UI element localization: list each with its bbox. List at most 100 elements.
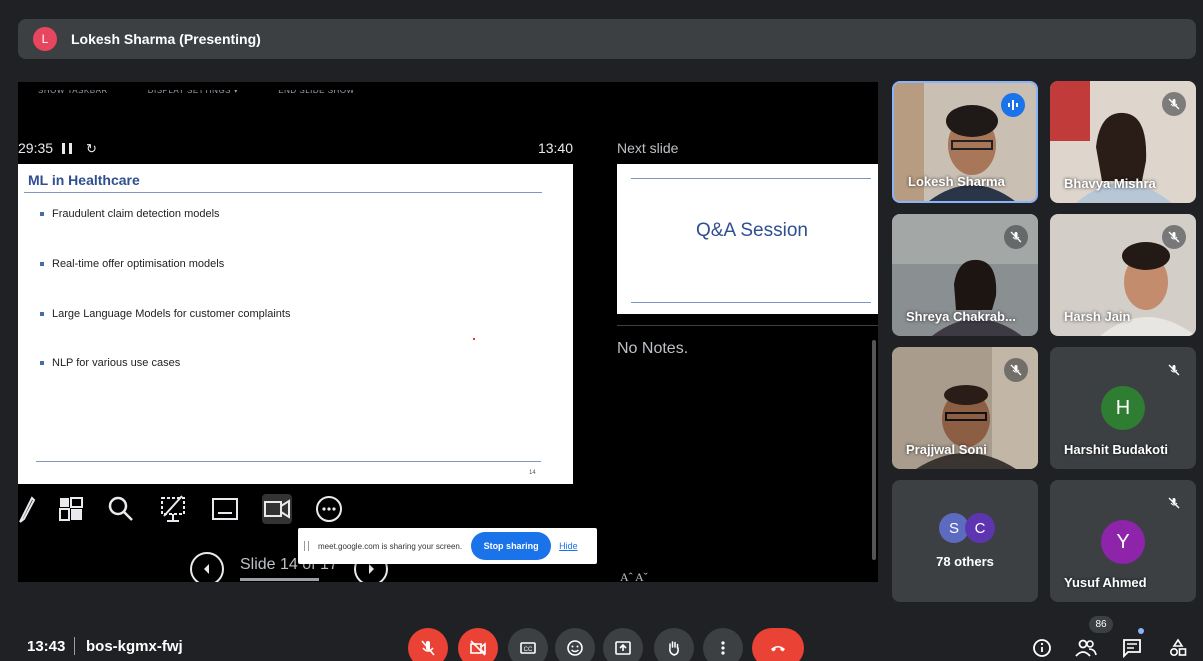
hand-icon (669, 641, 679, 656)
emoji-icon (567, 640, 583, 656)
see-all-slides-icon (56, 494, 86, 524)
hang-up-icon (771, 646, 785, 652)
previous-slide-icon (190, 552, 224, 582)
participant-name: Harshit Budakoti (1064, 442, 1169, 457)
speaking-indicator-icon (1001, 93, 1025, 117)
current-slide: ML in Healthcare Fraudulent claim detect… (18, 164, 573, 484)
activities-button[interactable] (1166, 636, 1190, 660)
slide-bullet: NLP for various use cases (40, 357, 180, 369)
mic-off-icon (1162, 491, 1186, 515)
participant-tile[interactable]: H Harshit Budakoti (1050, 347, 1196, 469)
pen-icon (18, 494, 42, 524)
reactions-button[interactable] (555, 628, 595, 661)
next-slide-top-rule (631, 178, 871, 179)
slide-title: ML in Healthcare (28, 172, 140, 188)
participant-avatar: Y (1101, 520, 1145, 564)
speaker-notes: No Notes. (617, 340, 689, 357)
chat-icon (1123, 639, 1141, 658)
presenter-banner: L Lokesh Sharma (Presenting) (18, 19, 1196, 59)
svg-text:CC: CC (524, 647, 533, 653)
mic-off-icon (1162, 358, 1186, 382)
participant-name: Prajjwal Soni (906, 442, 987, 457)
slide-bullet: Real-time offer optimisation models (40, 258, 224, 270)
people-button[interactable] (1074, 636, 1098, 660)
meeting-controls-bar: 13:43 bos-kgmx-fwj CC 86 (0, 616, 1203, 661)
next-slide-preview: Q&A Session (617, 164, 878, 314)
participant-tile[interactable]: Prajjwal Soni (892, 347, 1038, 469)
participant-tile[interactable]: Y Yusuf Ahmed (1050, 480, 1196, 602)
camera-off-icon (470, 640, 486, 656)
participant-tile[interactable]: Lokesh Sharma (892, 81, 1038, 203)
captions-button[interactable]: CC (508, 628, 548, 661)
meeting-details-button[interactable] (1030, 636, 1054, 660)
participant-name: Lokesh Sharma (908, 174, 1005, 189)
elapsed-timer: 29:35 (18, 140, 54, 156)
presenter-label: Lokesh Sharma (Presenting) (71, 31, 261, 47)
others-count: 78 others (936, 554, 994, 569)
presenter-avatar: L (33, 27, 57, 51)
next-slide-title: Q&A Session (696, 220, 808, 241)
participant-name: Shreya Chakrab... (906, 309, 1016, 324)
people-icon (1075, 639, 1097, 657)
participant-tile[interactable]: Shreya Chakrab... (892, 214, 1038, 336)
participant-name: Bhavya Mishra (1064, 176, 1156, 191)
share-status-text: meet.google.com is sharing your screen. (318, 541, 463, 551)
participant-count-badge: 86 (1089, 616, 1113, 633)
stop-sharing-button[interactable]: Stop sharing (471, 532, 552, 560)
next-slide-bottom-rule (631, 302, 871, 303)
next-slide-label: Next slide (617, 140, 679, 156)
camera-icon (262, 494, 292, 524)
slide-footer-rule (36, 461, 541, 462)
timer-row: 29:35 ↻ 13:40 (18, 140, 578, 160)
notes-divider (617, 325, 878, 326)
more-options-icon (314, 494, 344, 524)
leave-call-button[interactable] (752, 628, 804, 661)
slide-number: 14 (529, 470, 536, 476)
more-vert-icon (721, 641, 725, 655)
shared-screen[interactable]: SHOW TASKBAR DISPLAY SETTINGS ▾ END SLID… (18, 82, 878, 582)
black-screen-icon (158, 494, 188, 524)
meeting-code: bos-kgmx-fwj (86, 638, 183, 655)
font-size-controls: Aˆ Aˇ (620, 570, 648, 582)
pause-icon (62, 143, 72, 154)
participant-name: Harsh Jain (1064, 309, 1131, 324)
presenter-toolbar: SHOW TASKBAR DISPLAY SETTINGS ▾ END SLID… (18, 90, 598, 106)
camera-toggle-button[interactable] (458, 628, 498, 661)
reset-timer-icon: ↻ (86, 141, 97, 156)
hide-link[interactable]: Hide (559, 541, 578, 551)
present-icon (615, 641, 631, 655)
participant-tile[interactable]: Bhavya Mishra (1050, 81, 1196, 203)
separator (74, 637, 75, 655)
end-slide-show-button: END SLIDE SHOW (278, 90, 355, 95)
microphone-toggle-button[interactable] (408, 628, 448, 661)
slide-progress-bar (240, 578, 319, 581)
zoom-icon (106, 494, 136, 524)
subtitles-icon (210, 494, 240, 524)
drag-handle-icon[interactable] (304, 541, 309, 551)
display-settings-button: DISPLAY SETTINGS ▾ (147, 90, 239, 95)
raise-hand-button[interactable] (654, 628, 694, 661)
participant-name: Yusuf Ahmed (1064, 575, 1147, 590)
captions-icon: CC (520, 642, 536, 654)
participant-tile[interactable]: Harsh Jain (1050, 214, 1196, 336)
slide-title-rule (24, 192, 542, 193)
notes-scrollbar (872, 340, 876, 560)
mic-off-icon (1004, 225, 1028, 249)
mic-off-icon (1162, 92, 1186, 116)
meeting-time: 13:43 (27, 638, 66, 655)
mic-off-icon (1162, 225, 1186, 249)
mic-off-icon (1004, 358, 1028, 382)
activities-icon (1169, 638, 1187, 657)
slide-bullet: Fraudulent claim detection models (40, 208, 220, 220)
mic-off-icon (421, 640, 435, 656)
unread-chat-dot (1138, 628, 1144, 634)
presenter-tools (18, 494, 358, 530)
others-tile[interactable]: S C 78 others (892, 480, 1038, 602)
show-taskbar-button: SHOW TASKBAR (38, 90, 108, 95)
present-screen-button[interactable] (603, 628, 643, 661)
laser-pointer-dot (473, 338, 475, 340)
participant-avatar: C (965, 513, 995, 543)
clock: 13:40 (537, 140, 573, 156)
chat-button[interactable] (1120, 636, 1144, 660)
more-options-button[interactable] (703, 628, 743, 661)
